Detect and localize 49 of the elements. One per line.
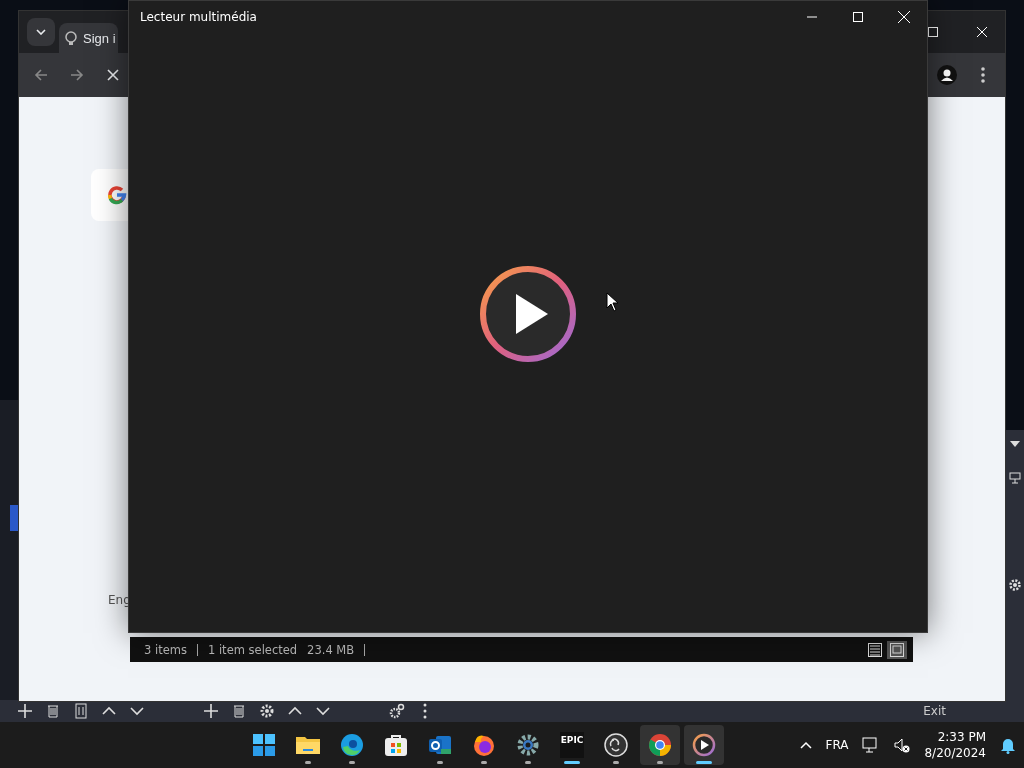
chrome-browser-icon <box>647 732 673 758</box>
person-icon <box>937 65 957 85</box>
taskbar-button[interactable]: EPIC <box>552 725 592 765</box>
dropdown-caret-icon[interactable] <box>1009 440 1021 448</box>
back-arrow-icon <box>34 68 48 82</box>
taskbar-button[interactable] <box>640 725 680 765</box>
maximize-icon <box>853 12 863 22</box>
taskbar-button[interactable] <box>684 725 724 765</box>
large-icons-view-button[interactable] <box>887 640 907 659</box>
edge-browser-icon <box>339 732 365 758</box>
window-title: Lecteur multimédia <box>140 10 258 24</box>
selection-marker <box>10 505 18 531</box>
settings-icon[interactable] <box>1008 578 1022 592</box>
mouse-cursor-icon <box>606 292 618 312</box>
game-launcher-logo: EPIC <box>560 732 584 758</box>
play-icon <box>691 732 717 758</box>
settings-icon <box>515 732 541 758</box>
exit-button[interactable]: Exit <box>923 704 946 718</box>
item-count: 3 items <box>144 642 187 657</box>
plus-icon[interactable] <box>16 702 34 720</box>
chevron-up-icon[interactable] <box>799 741 812 749</box>
chevron-down-icon <box>36 29 46 35</box>
window-icon[interactable] <box>1009 472 1021 484</box>
language-indicator[interactable]: FRA <box>825 738 849 752</box>
recorder-app-icon <box>603 732 629 758</box>
browser-tab[interactable]: Sign i <box>59 23 118 53</box>
minimize-icon <box>807 16 817 18</box>
speaker-muted-icon[interactable] <box>894 737 911 753</box>
start-button <box>251 732 277 758</box>
settings-icon[interactable] <box>258 702 276 720</box>
play-button[interactable] <box>478 263 578 364</box>
more-icon <box>981 67 985 83</box>
store-bag-icon <box>383 732 409 758</box>
close-icon <box>977 27 987 37</box>
maximize-icon <box>928 27 938 37</box>
clock[interactable]: 2:33 PM 8/20/2024 <box>924 729 986 761</box>
details-view-button[interactable] <box>865 640 885 659</box>
gears-icon[interactable] <box>388 702 406 720</box>
date-text: 8/20/2024 <box>924 745 986 761</box>
file-size: 23.4 MB <box>307 642 355 657</box>
time-text: 2:33 PM <box>937 729 986 745</box>
selection-info: 1 item selected <box>207 642 298 657</box>
tab-list-button[interactable] <box>27 18 55 46</box>
plus-icon[interactable] <box>202 702 220 720</box>
forward-arrow-icon <box>70 68 84 82</box>
close-icon <box>898 11 910 23</box>
close-icon <box>107 69 119 81</box>
google-logo-icon <box>107 185 127 205</box>
bell-icon[interactable] <box>1000 736 1016 754</box>
